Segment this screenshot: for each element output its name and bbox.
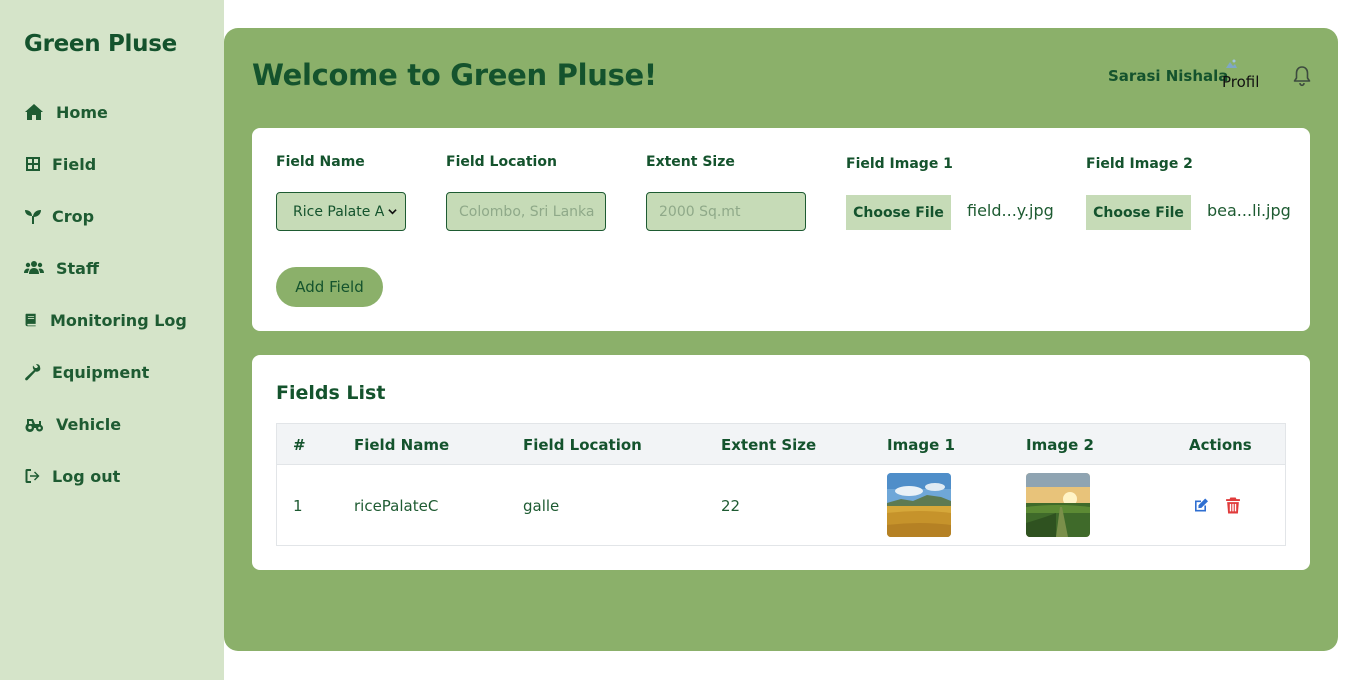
avatar-alt-text: Profile	[1222, 73, 1260, 91]
column-header-field-location: Field Location	[523, 436, 642, 454]
cell-index: 1	[293, 497, 303, 515]
main-panel: Welcome to Green Pluse! Sarasi Nishala P…	[224, 28, 1338, 651]
bell-icon[interactable]	[1292, 65, 1312, 87]
add-field-button[interactable]: Add Field	[276, 267, 383, 307]
wrench-icon	[25, 364, 41, 381]
field-image1-label: Field Image 1	[846, 156, 953, 172]
field-image1-thumbnail	[887, 473, 951, 537]
user-name: Sarasi Nishala	[1108, 67, 1229, 85]
extent-size-label: Extent Size	[646, 154, 735, 170]
sidebar-item-staff[interactable]: Staff	[24, 256, 99, 280]
column-header-index: #	[293, 436, 306, 454]
add-field-form: Field Name Field Location Extent Size Fi…	[252, 128, 1310, 331]
field-name-label: Field Name	[276, 154, 365, 170]
sidebar-item-field[interactable]: Field	[24, 152, 96, 176]
page-title: Welcome to Green Pluse!	[252, 58, 657, 92]
field-location-label: Field Location	[446, 154, 557, 170]
extent-size-input[interactable]: 2000 Sq.mt	[646, 192, 806, 231]
sidebar-item-label: Monitoring Log	[50, 310, 187, 330]
tractor-icon	[25, 419, 43, 432]
fields-list-card: Fields List # Field Name Field Location …	[252, 355, 1310, 570]
broken-image-icon	[1226, 59, 1237, 68]
sidebar-item-label: Vehicle	[56, 414, 122, 434]
sidebar-item-logout[interactable]: Log out	[24, 464, 120, 488]
delete-icon[interactable]	[1225, 497, 1241, 514]
field-image2-thumbnail	[1026, 473, 1090, 537]
sidebar-item-label: Staff	[56, 258, 99, 278]
cell-field-name: ricePalateC	[354, 497, 439, 515]
sidebar-item-label: Home	[56, 102, 108, 122]
table-header: # Field Name Field Location Extent Size …	[277, 424, 1285, 465]
field-name-select[interactable]: Rice Palate A	[276, 192, 406, 231]
sidebar-item-vehicle[interactable]: Vehicle	[24, 412, 121, 436]
fields-table: # Field Name Field Location Extent Size …	[276, 423, 1286, 546]
users-icon	[24, 261, 44, 274]
sidebar: Green Pluse Home Field Crop Staff Monito…	[0, 0, 224, 680]
seedling-icon	[25, 210, 41, 224]
column-header-actions: Actions	[1189, 436, 1252, 454]
cell-field-location: galle	[523, 497, 560, 515]
edit-icon[interactable]	[1193, 497, 1209, 514]
field-location-placeholder: Colombo, Sri Lanka	[459, 203, 595, 220]
image1-choose-file-button[interactable]: Choose File	[846, 195, 951, 230]
column-header-image2: Image 2	[1026, 436, 1094, 454]
grid-icon	[26, 157, 40, 171]
sidebar-item-label: Field	[52, 154, 97, 174]
brand-logo-text: Green Pluse	[24, 31, 177, 57]
book-icon	[25, 313, 36, 327]
sidebar-item-monitoring-log[interactable]: Monitoring Log	[24, 308, 187, 332]
sidebar-item-equipment[interactable]: Equipment	[24, 360, 149, 384]
sidebar-item-label: Equipment	[52, 362, 150, 382]
column-header-field-name: Field Name	[354, 436, 450, 454]
logout-icon	[25, 469, 40, 483]
chevron-down-icon	[388, 209, 397, 215]
field-location-input[interactable]: Colombo, Sri Lanka	[446, 192, 606, 231]
avatar[interactable]: Profile	[1220, 56, 1260, 96]
sidebar-item-label: Log out	[52, 466, 121, 486]
sidebar-item-label: Crop	[52, 206, 95, 226]
extent-size-placeholder: 2000 Sq.mt	[659, 203, 741, 220]
field-image2-label: Field Image 2	[1086, 156, 1193, 172]
fields-list-title: Fields List	[276, 382, 386, 404]
image1-file-name: field...y.jpg	[967, 201, 1054, 220]
home-icon	[25, 104, 43, 120]
sidebar-item-crop[interactable]: Crop	[24, 204, 94, 228]
sidebar-item-home[interactable]: Home	[24, 100, 108, 124]
image2-file-name: bea...li.jpg	[1207, 201, 1291, 220]
cell-extent-size: 22	[721, 497, 741, 515]
column-header-image1: Image 1	[887, 436, 955, 454]
image2-choose-file-button[interactable]: Choose File	[1086, 195, 1191, 230]
column-header-extent-size: Extent Size	[721, 436, 817, 454]
field-name-selected: Rice Palate A	[293, 203, 385, 220]
